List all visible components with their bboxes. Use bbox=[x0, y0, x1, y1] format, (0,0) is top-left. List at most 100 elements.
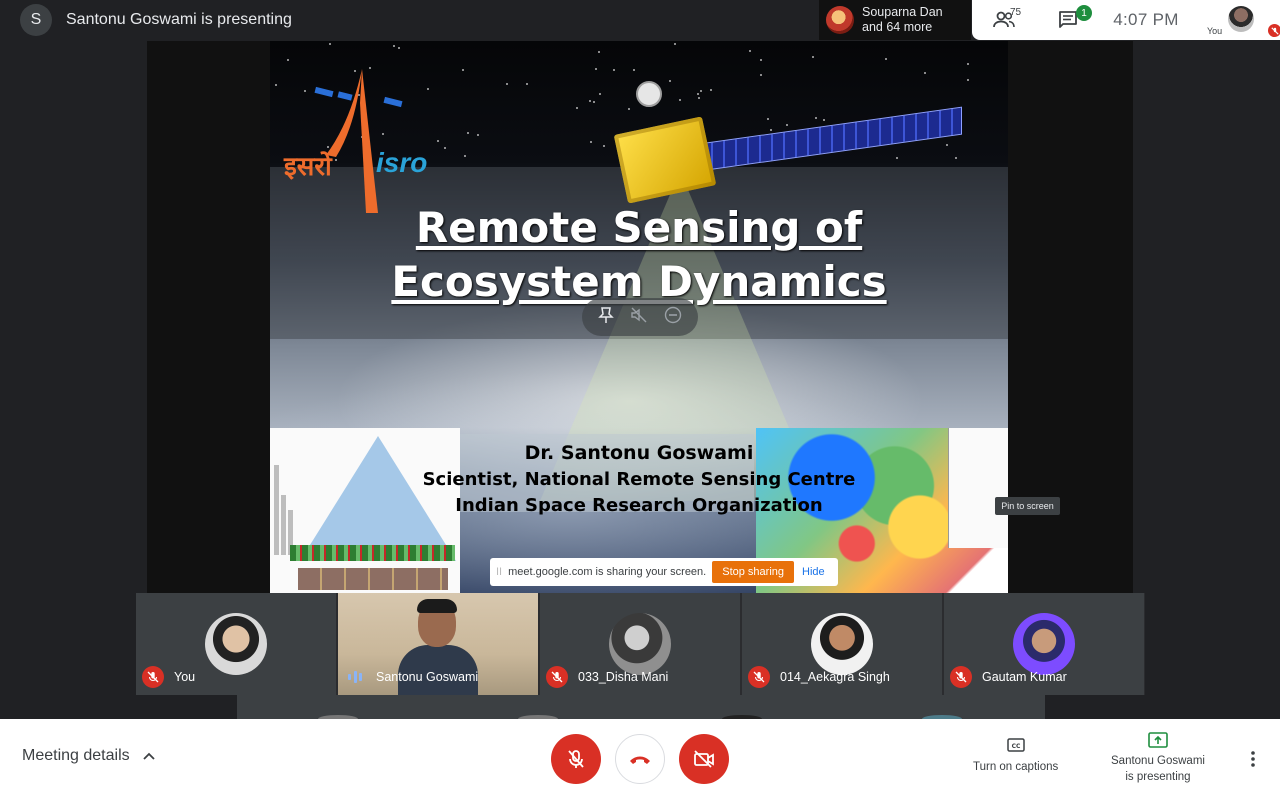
star bbox=[679, 99, 681, 101]
top-right-panel: 75 1 4:07 PM You bbox=[972, 0, 1280, 40]
star bbox=[398, 47, 400, 49]
participant-strip-second-row bbox=[237, 695, 1045, 719]
mic-off-icon bbox=[142, 666, 164, 688]
meeting-details-label: Meeting details bbox=[22, 747, 130, 764]
star bbox=[760, 59, 762, 61]
participant-name: 033_Disha Mani bbox=[578, 670, 669, 684]
participant-name: Gautam Kumar bbox=[982, 670, 1067, 684]
star bbox=[275, 84, 277, 86]
mic-off-icon bbox=[748, 666, 770, 688]
participant-strip: You Santonu Goswami 033_Disha Mani 014_A… bbox=[136, 593, 1145, 695]
participant-name: 014_Aekagra Singh bbox=[780, 670, 890, 684]
star bbox=[967, 63, 969, 65]
star bbox=[770, 129, 772, 131]
presenter-org: Indian Space Research Organization bbox=[455, 495, 823, 516]
star bbox=[815, 117, 817, 119]
mic-off-icon bbox=[950, 666, 972, 688]
star bbox=[589, 100, 591, 102]
self-view[interactable]: You bbox=[1204, 0, 1280, 40]
chip-line2: and 64 more bbox=[862, 20, 933, 34]
microphone-toggle-button[interactable] bbox=[551, 734, 601, 784]
participant-avatar bbox=[811, 613, 873, 675]
participant-tile-disha[interactable]: 033_Disha Mani bbox=[540, 593, 740, 695]
star bbox=[598, 51, 600, 53]
mute-speaker-icon[interactable] bbox=[630, 306, 648, 329]
more-options-button[interactable] bbox=[1244, 749, 1262, 769]
people-button[interactable]: 75 bbox=[972, 0, 1036, 40]
slide-title-line1: Remote Sensing of bbox=[415, 203, 863, 252]
star bbox=[613, 69, 615, 71]
clock: 4:07 PM bbox=[1113, 10, 1179, 29]
remove-icon[interactable] bbox=[664, 306, 682, 329]
more-vert-icon bbox=[1251, 751, 1255, 767]
meeting-details-button[interactable]: Meeting details bbox=[22, 747, 156, 765]
slide-title: Remote Sensing of Ecosystem Dynamics bbox=[270, 201, 1008, 309]
participant-avatar bbox=[609, 613, 671, 675]
pin-tooltip: Pin to screen bbox=[995, 497, 1060, 515]
speaking-indicator-icon bbox=[348, 670, 362, 684]
star bbox=[967, 79, 969, 81]
captions-label: Turn on captions bbox=[973, 761, 1059, 773]
star bbox=[767, 118, 769, 120]
star bbox=[633, 69, 635, 71]
svg-text:CC: CC bbox=[1011, 743, 1020, 750]
captions-icon: CC bbox=[1006, 738, 1025, 752]
star bbox=[955, 157, 957, 159]
share-message: meet.google.com is sharing your screen. bbox=[508, 566, 707, 578]
star bbox=[760, 74, 762, 76]
presenter-avatar: S bbox=[20, 4, 52, 36]
hide-button[interactable]: Hide bbox=[802, 566, 825, 578]
star bbox=[823, 119, 825, 121]
drag-handle[interactable]: II bbox=[496, 566, 502, 578]
participant-tile-aekagra[interactable]: 014_Aekagra Singh bbox=[742, 593, 942, 695]
leave-call-button[interactable] bbox=[615, 734, 665, 784]
star bbox=[526, 83, 528, 85]
people-count: 75 bbox=[1010, 7, 1022, 18]
self-label: You bbox=[1207, 26, 1223, 36]
logo-english-text: isro bbox=[376, 147, 428, 178]
chat-badge: 1 bbox=[1076, 5, 1092, 21]
participant-name: Santonu Goswami bbox=[376, 670, 479, 684]
chat-button[interactable]: 1 bbox=[1036, 0, 1100, 40]
star bbox=[593, 101, 595, 103]
presenting-label-line2: is presenting bbox=[1125, 771, 1191, 783]
star bbox=[885, 58, 887, 60]
mic-off-icon bbox=[546, 666, 568, 688]
star bbox=[628, 108, 630, 110]
star bbox=[462, 69, 464, 71]
logo-hindi-text: इसरो bbox=[284, 151, 332, 181]
bottom-toolbar: Meeting details CC Turn on captions Sant… bbox=[0, 719, 1280, 792]
star bbox=[506, 83, 508, 85]
captions-button[interactable]: CC Turn on captions bbox=[973, 737, 1058, 775]
pin-icon[interactable] bbox=[598, 306, 614, 329]
star bbox=[599, 93, 601, 95]
presentation-button[interactable]: Santonu Goswami is presenting bbox=[1111, 731, 1205, 785]
star bbox=[464, 155, 466, 157]
presenting-text: Santonu Goswami is presenting bbox=[66, 11, 292, 28]
stop-sharing-button[interactable]: Stop sharing bbox=[712, 561, 794, 583]
participant-avatar bbox=[1013, 613, 1075, 675]
star bbox=[698, 97, 700, 99]
chip-avatar bbox=[826, 6, 854, 34]
chip-line1: Souparna Dan bbox=[862, 5, 943, 19]
camera-toggle-button[interactable] bbox=[679, 734, 729, 784]
presentation-banner: S Santonu Goswami is presenting bbox=[20, 4, 292, 36]
star bbox=[896, 157, 898, 159]
star bbox=[700, 90, 702, 92]
star bbox=[329, 43, 331, 45]
participant-tile-gautam[interactable]: Gautam Kumar bbox=[944, 593, 1144, 695]
screen-share-bar: II meet.google.com is sharing your scree… bbox=[490, 558, 838, 586]
participant-chip[interactable]: Souparna Dan and 64 more bbox=[819, 0, 971, 40]
participant-name: You bbox=[174, 670, 196, 684]
participant-tile-you[interactable]: You bbox=[136, 593, 336, 695]
star bbox=[786, 124, 788, 126]
participant-tile-presenter[interactable]: Santonu Goswami bbox=[338, 593, 538, 695]
star bbox=[595, 68, 597, 70]
presenter-name: Dr. Santonu Goswami bbox=[524, 442, 754, 464]
presenting-label-line1: Santonu Goswami bbox=[1111, 755, 1205, 767]
participant-avatar bbox=[205, 613, 267, 675]
star bbox=[393, 45, 395, 47]
mic-off-icon bbox=[1268, 24, 1280, 37]
star bbox=[603, 145, 605, 147]
star bbox=[749, 50, 751, 52]
